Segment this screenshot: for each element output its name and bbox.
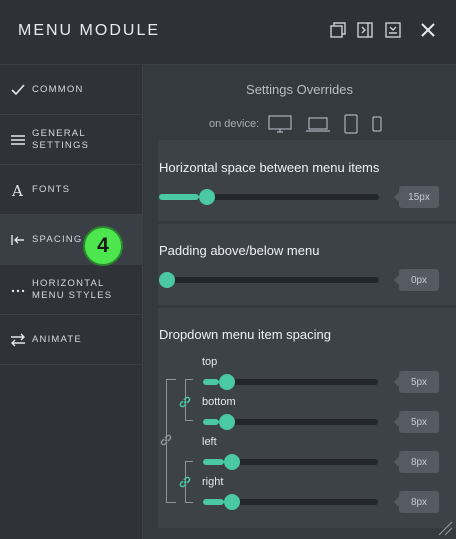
slider-knob[interactable] [198, 189, 215, 205]
horizontal-spacing-slider[interactable] [159, 189, 379, 205]
modal-title: MENU MODULE [18, 22, 161, 39]
sidebar-item-label: HORIZONTAL MENU STYLES [32, 277, 113, 301]
slider-fill [203, 499, 224, 505]
value-field[interactable]: 5px [394, 371, 439, 393]
sidebar-item-label: ANIMATE [32, 333, 82, 345]
value-field[interactable]: 8px [394, 491, 439, 513]
top-spacing-slider[interactable] [203, 374, 378, 390]
slider-knob[interactable] [224, 494, 240, 510]
top-label: top [202, 356, 218, 368]
laptop-icon[interactable] [305, 114, 331, 134]
sidebar-item-label: COMMON [32, 83, 84, 95]
slider-fill [203, 459, 224, 465]
sidebar-item-label: GENERAL SETTINGS [32, 127, 90, 151]
sidebar-toggle-icon[interactable] [355, 20, 375, 40]
horizontal-spacing-section: Horizontal space between menu items 15px [158, 140, 456, 221]
link-icon[interactable] [159, 433, 173, 447]
slider-knob[interactable] [218, 374, 235, 390]
device-label: on device: [209, 118, 260, 130]
modal-header: MENU MODULE [0, 0, 456, 65]
arrow-left-bar-icon [10, 232, 26, 248]
slider-fill [159, 194, 199, 200]
value-field[interactable]: 0px [394, 269, 439, 291]
svg-text:A: A [11, 182, 23, 198]
padding-section: Padding above/below menu 0px [158, 224, 456, 305]
section-title: Padding above/below menu [159, 243, 320, 258]
bottom-label: bottom [202, 396, 236, 408]
sidebar-item-general-settings[interactable]: GENERAL SETTINGS [0, 115, 142, 165]
link-icon[interactable] [178, 475, 192, 489]
slider-knob[interactable] [224, 454, 240, 470]
phone-icon[interactable] [371, 114, 383, 134]
sidebar: COMMON GENERAL SETTINGS A FONTS SPACING … [0, 65, 143, 539]
section-title: Dropdown menu item spacing [159, 327, 331, 342]
checkmark-icon [10, 82, 26, 98]
swap-arrows-icon [10, 332, 26, 348]
value-field[interactable]: 8px [394, 451, 439, 473]
sidebar-item-fonts[interactable]: A FONTS [0, 165, 142, 215]
right-label: right [202, 476, 224, 488]
padding-slider[interactable] [159, 272, 379, 288]
bottom-spacing-slider[interactable] [203, 414, 378, 430]
close-icon[interactable] [418, 20, 438, 40]
minimize-icon[interactable] [383, 20, 403, 40]
desktop-icon[interactable] [267, 114, 293, 134]
tablet-icon[interactable] [343, 114, 359, 134]
sidebar-item-label: SPACING [32, 233, 83, 245]
sidebar-item-label: FONTS [32, 183, 71, 195]
left-spacing-slider[interactable] [203, 454, 378, 470]
left-label: left [202, 436, 217, 448]
ellipsis-icon [10, 282, 26, 298]
step-badge: 4 [83, 226, 123, 266]
value-field[interactable]: 15px [394, 186, 439, 208]
font-a-icon: A [10, 182, 26, 198]
resize-handle-icon[interactable] [437, 520, 453, 536]
settings-overrides-title: Settings Overrides [246, 82, 353, 97]
duplicate-icon[interactable] [328, 20, 348, 40]
dropdown-spacing-section: Dropdown menu item spacing top 5px botto… [158, 308, 456, 528]
section-title: Horizontal space between menu items [159, 160, 380, 175]
slider-knob[interactable] [218, 414, 235, 430]
sidebar-item-horizontal-menu-styles[interactable]: HORIZONTAL MENU STYLES [0, 265, 142, 315]
device-selector: on device: [209, 114, 395, 134]
link-icon[interactable] [178, 395, 192, 409]
right-spacing-slider[interactable] [203, 494, 378, 510]
slider-knob[interactable] [159, 272, 175, 288]
sidebar-item-animate[interactable]: ANIMATE [0, 315, 142, 365]
hamburger-icon [10, 132, 26, 148]
slider-fill [203, 419, 219, 425]
sidebar-item-common[interactable]: COMMON [0, 65, 142, 115]
slider-fill [203, 379, 219, 385]
value-field[interactable]: 5px [394, 411, 439, 433]
